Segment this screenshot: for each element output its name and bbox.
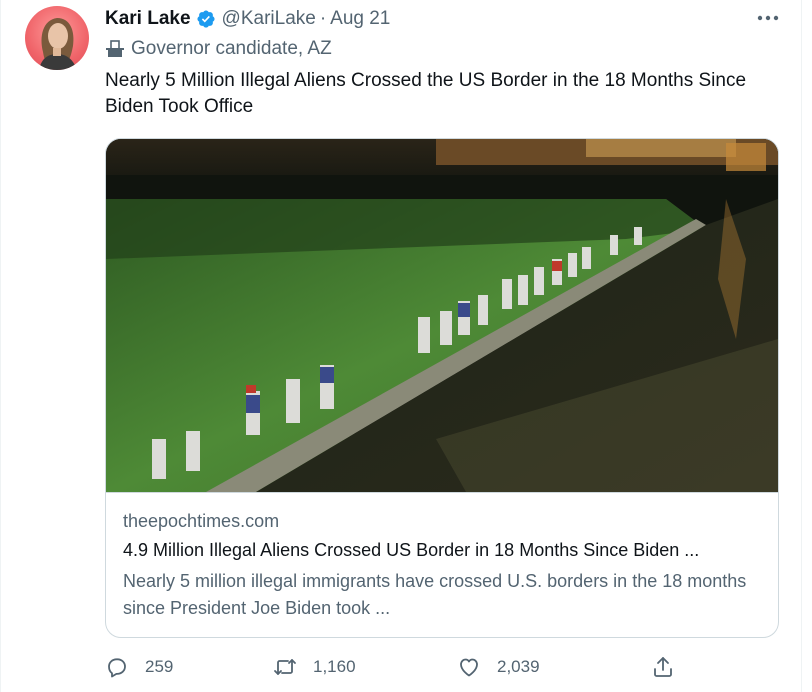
ballot-box-icon	[106, 40, 124, 57]
card-domain: theepochtimes.com	[123, 511, 280, 531]
author-handle[interactable]: @KariLake	[222, 8, 316, 30]
link-card[interactable]: theepochtimes.com 4.9 Million Illegal Al…	[105, 138, 779, 638]
card-title: 4.9 Million Illegal Aliens Crossed US Bo…	[123, 540, 700, 560]
author-name[interactable]: Kari Lake	[105, 8, 191, 30]
account-label-text: Governor candidate, AZ	[131, 38, 332, 59]
tweet-actions: 259 1,160 2,039	[105, 652, 685, 682]
card-description: Nearly 5 million illegal immigrants have…	[123, 571, 747, 618]
avatar[interactable]	[25, 6, 89, 70]
retweet-count: 1,160	[313, 657, 356, 676]
retweet-button[interactable]: 1,160	[273, 652, 356, 682]
reply-icon	[108, 658, 126, 678]
card-image[interactable]	[106, 139, 778, 493]
tweet-text: Nearly 5 Million Illegal Aliens Crossed …	[105, 70, 747, 117]
tweet-header: Kari Lake @KariLake · Aug 21	[105, 8, 390, 30]
share-button[interactable]	[651, 652, 675, 682]
like-count: 2,039	[497, 657, 540, 676]
share-icon	[654, 657, 672, 677]
reply-count: 259	[145, 657, 174, 676]
like-icon	[460, 658, 478, 677]
account-label: Governor candidate, AZ	[105, 38, 332, 60]
tweet[interactable]: Kari Lake @KariLake · Aug 21 Governor ca…	[0, 0, 802, 692]
like-button[interactable]: 2,039	[457, 652, 540, 682]
tweet-date[interactable]: Aug 21	[330, 8, 390, 30]
reply-button[interactable]: 259	[105, 652, 173, 682]
separator-dot: ·	[319, 8, 327, 29]
more-icon[interactable]	[751, 6, 785, 30]
retweet-icon	[274, 659, 296, 675]
verified-badge-icon	[197, 10, 215, 28]
